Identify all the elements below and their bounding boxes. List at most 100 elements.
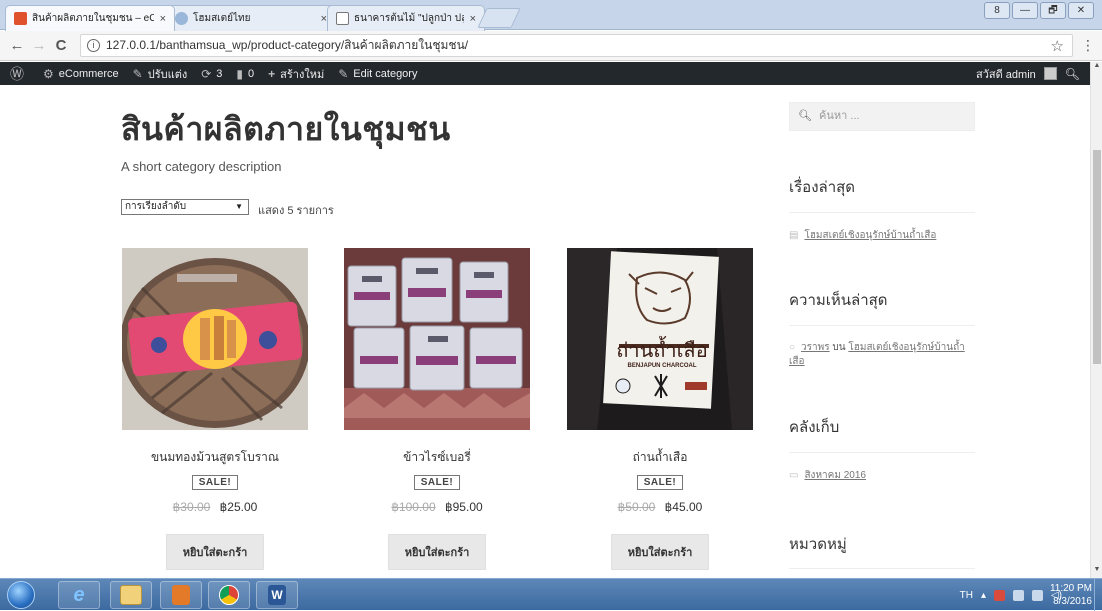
tab-homestay[interactable]: โฮมสเตย์ไทย × (166, 5, 336, 31)
add-to-cart-button[interactable]: หยิบใส่ตะกร้า (165, 534, 265, 570)
admin-edit-category[interactable]: ✎ Edit category (338, 67, 417, 81)
system-tray: TH ▴ ◁) (960, 579, 1062, 611)
window-controls: 8 — 🗗 ✕ (984, 2, 1094, 19)
taskbar-explorer-button[interactable] (110, 581, 152, 609)
sale-badge: SALE! (636, 475, 684, 490)
folder-icon: ▭ (789, 470, 799, 481)
sale-price: ฿45.00 (664, 500, 703, 514)
old-price: ฿30.00 (172, 500, 211, 514)
new-tab-button[interactable] (477, 8, 521, 28)
category-description: A short category description (121, 159, 282, 174)
taskbar-chrome-button[interactable] (208, 581, 250, 609)
scroll-thumb[interactable] (1093, 150, 1101, 364)
internet-explorer-icon: e (73, 583, 85, 606)
product-price: ฿50.00 ฿45.00 (567, 500, 753, 514)
divider (789, 452, 975, 453)
add-to-cart-button[interactable]: หยิบใส่ตะกร้า (387, 534, 487, 570)
show-desktop-button[interactable] (1094, 579, 1102, 611)
forward-arrow-icon[interactable]: → (28, 37, 50, 54)
avatar[interactable] (1043, 67, 1057, 80)
browser-menu-icon[interactable]: ⋮ (1081, 37, 1095, 54)
divider (789, 325, 975, 326)
clock-date: 8/3/2016 (1053, 596, 1092, 607)
orderby-selected: การเรียงลำดับ (125, 201, 187, 212)
document-icon: ▤ (789, 230, 799, 241)
divider (789, 568, 975, 569)
admin-new-content[interactable]: + สร้างใหม่ (268, 65, 324, 83)
admin-wp-logo[interactable]: Ⓦ (10, 64, 29, 84)
clock-time: 11:20 PM (1049, 583, 1092, 594)
admin-site-name[interactable]: ⚙ eCommerce (43, 67, 119, 81)
taskbar-outlook-button[interactable] (160, 581, 202, 609)
product-name[interactable]: ถ่านถ้ำเสือ (567, 448, 753, 467)
old-price: ฿100.00 (391, 500, 436, 514)
admin-comments[interactable]: ▮ 0 (236, 67, 254, 81)
close-window-button[interactable]: ✕ (1068, 2, 1094, 19)
old-price: ฿50.00 (617, 500, 656, 514)
outlook-icon (172, 585, 190, 605)
page-scrollbar[interactable]: ▲ ▼ (1090, 62, 1102, 578)
search-input[interactable]: 🔍︎ ค้นหา ... (789, 102, 975, 131)
add-to-cart-button[interactable]: หยิบใส่ตะกร้า (610, 534, 710, 570)
admin-greeting[interactable]: สวัสดี admin (976, 65, 1036, 83)
recent-post-link[interactable]: โฮมสเตย์เชิงอนุรักษ์บ้านถ้ำเสือ (804, 230, 936, 241)
product-image-riceberry[interactable] (344, 248, 530, 430)
word-icon: W (268, 585, 286, 605)
admin-updates[interactable]: ⟳ 3 (201, 67, 222, 81)
product-card: ถ่านถ้ำเสือ BENJAPUN CHARCOAL ถ่านถ้ำเสื… (567, 248, 753, 570)
action-center-icon[interactable] (993, 589, 1005, 601)
charcoal-label-brand: BENJAPUN CHARCOAL (627, 363, 697, 369)
back-arrow-icon[interactable]: ← (6, 37, 28, 54)
comments-icon: ▮ (236, 66, 244, 81)
page-icon (336, 12, 349, 25)
product-name[interactable]: ข้าวไรซ์เบอรี่ (344, 448, 530, 467)
tab-title: ธนาคารต้นไม้ "ปลูกป่า ปลูก (354, 13, 464, 24)
archive-link[interactable]: สิงหาคม 2016 (804, 470, 866, 481)
updates-icon: ⟳ (201, 66, 212, 81)
search-icon[interactable]: 🔍︎ (1065, 67, 1080, 81)
minimize-button[interactable]: — (1012, 2, 1038, 19)
windows-taskbar: e W TH ▴ ◁) 11:20 PM 8/3/2016 (0, 578, 1102, 611)
chevron-down-icon: ▼ (235, 202, 243, 211)
bookmark-star-icon[interactable]: ☆ (1051, 37, 1064, 55)
categories-title: หมวดหมู่ (789, 536, 847, 553)
scroll-up-arrow-icon[interactable]: ▲ (1091, 62, 1102, 74)
tab-tree-bank[interactable]: ธนาคารต้นไม้ "ปลูกป่า ปลูก × (327, 5, 485, 31)
archive-item: ▭ สิงหาคม 2016 (789, 469, 866, 483)
search-icon: 🔍︎ (798, 110, 812, 122)
taskbar-ie-button[interactable]: e (58, 581, 100, 609)
tray-expand-icon[interactable]: ▴ (981, 590, 986, 601)
taskbar-word-button[interactable]: W (256, 581, 298, 609)
product-card: ขนมทองม้วนสูตรโบราณ SALE! ฿30.00 ฿25.00 … (122, 248, 308, 570)
address-bar[interactable]: i 127.0.0.1/banthamsua_wp/product-catego… (80, 34, 1073, 57)
result-count: แสดง 5 รายการ (258, 205, 334, 217)
product-image-charcoal[interactable]: ถ่านถ้ำเสือ BENJAPUN CHARCOAL (567, 248, 753, 430)
system-clock[interactable]: 11:20 PM 8/3/2016 (1050, 582, 1092, 608)
tab-title: สินค้าผลิตภายในชุมชน – eC (32, 13, 154, 24)
sale-price: ฿25.00 (219, 500, 258, 514)
start-button[interactable] (7, 581, 35, 609)
product-name[interactable]: ขนมทองม้วนสูตรโบราณ (122, 448, 308, 467)
user-profile-icon[interactable]: 8 (984, 2, 1010, 19)
product-image-egg-rolls[interactable] (122, 248, 308, 430)
recent-post-item: ▤ โฮมสเตย์เชิงอนุรักษ์บ้านถ้ำเสือ (789, 229, 936, 243)
network-icon[interactable] (1031, 589, 1043, 601)
language-indicator[interactable]: TH (960, 590, 973, 601)
tab-close-icon[interactable]: × (160, 13, 166, 25)
reload-icon[interactable]: C (50, 37, 72, 54)
product-card: ข้าวไรซ์เบอรี่ SALE! ฿100.00 ฿95.00 หยิบ… (344, 248, 530, 570)
tab-close-icon[interactable]: × (470, 13, 476, 25)
archives-title: คลังเก็บ (789, 419, 840, 436)
browser-tab-strip: สินค้าผลิตภายในชุมชน – eC × โฮมสเตย์ไทย … (0, 0, 1102, 31)
scroll-down-arrow-icon[interactable]: ▼ (1091, 566, 1102, 578)
tab-active[interactable]: สินค้าผลิตภายในชุมชน – eC × (5, 5, 175, 31)
info-icon[interactable]: i (87, 39, 100, 52)
site-favicon-icon (175, 12, 188, 25)
browser-toolbar: ← → C i 127.0.0.1/banthamsua_wp/product-… (0, 31, 1102, 61)
maximize-button[interactable]: 🗗 (1040, 2, 1066, 19)
admin-customize[interactable]: ✎ ปรับแต่ง (133, 65, 188, 83)
sale-badge: SALE! (413, 475, 461, 490)
device-icon[interactable] (1012, 589, 1024, 601)
comment-author-link[interactable]: วราพร (801, 342, 830, 353)
orderby-select[interactable]: การเรียงลำดับ ▼ (121, 199, 249, 215)
